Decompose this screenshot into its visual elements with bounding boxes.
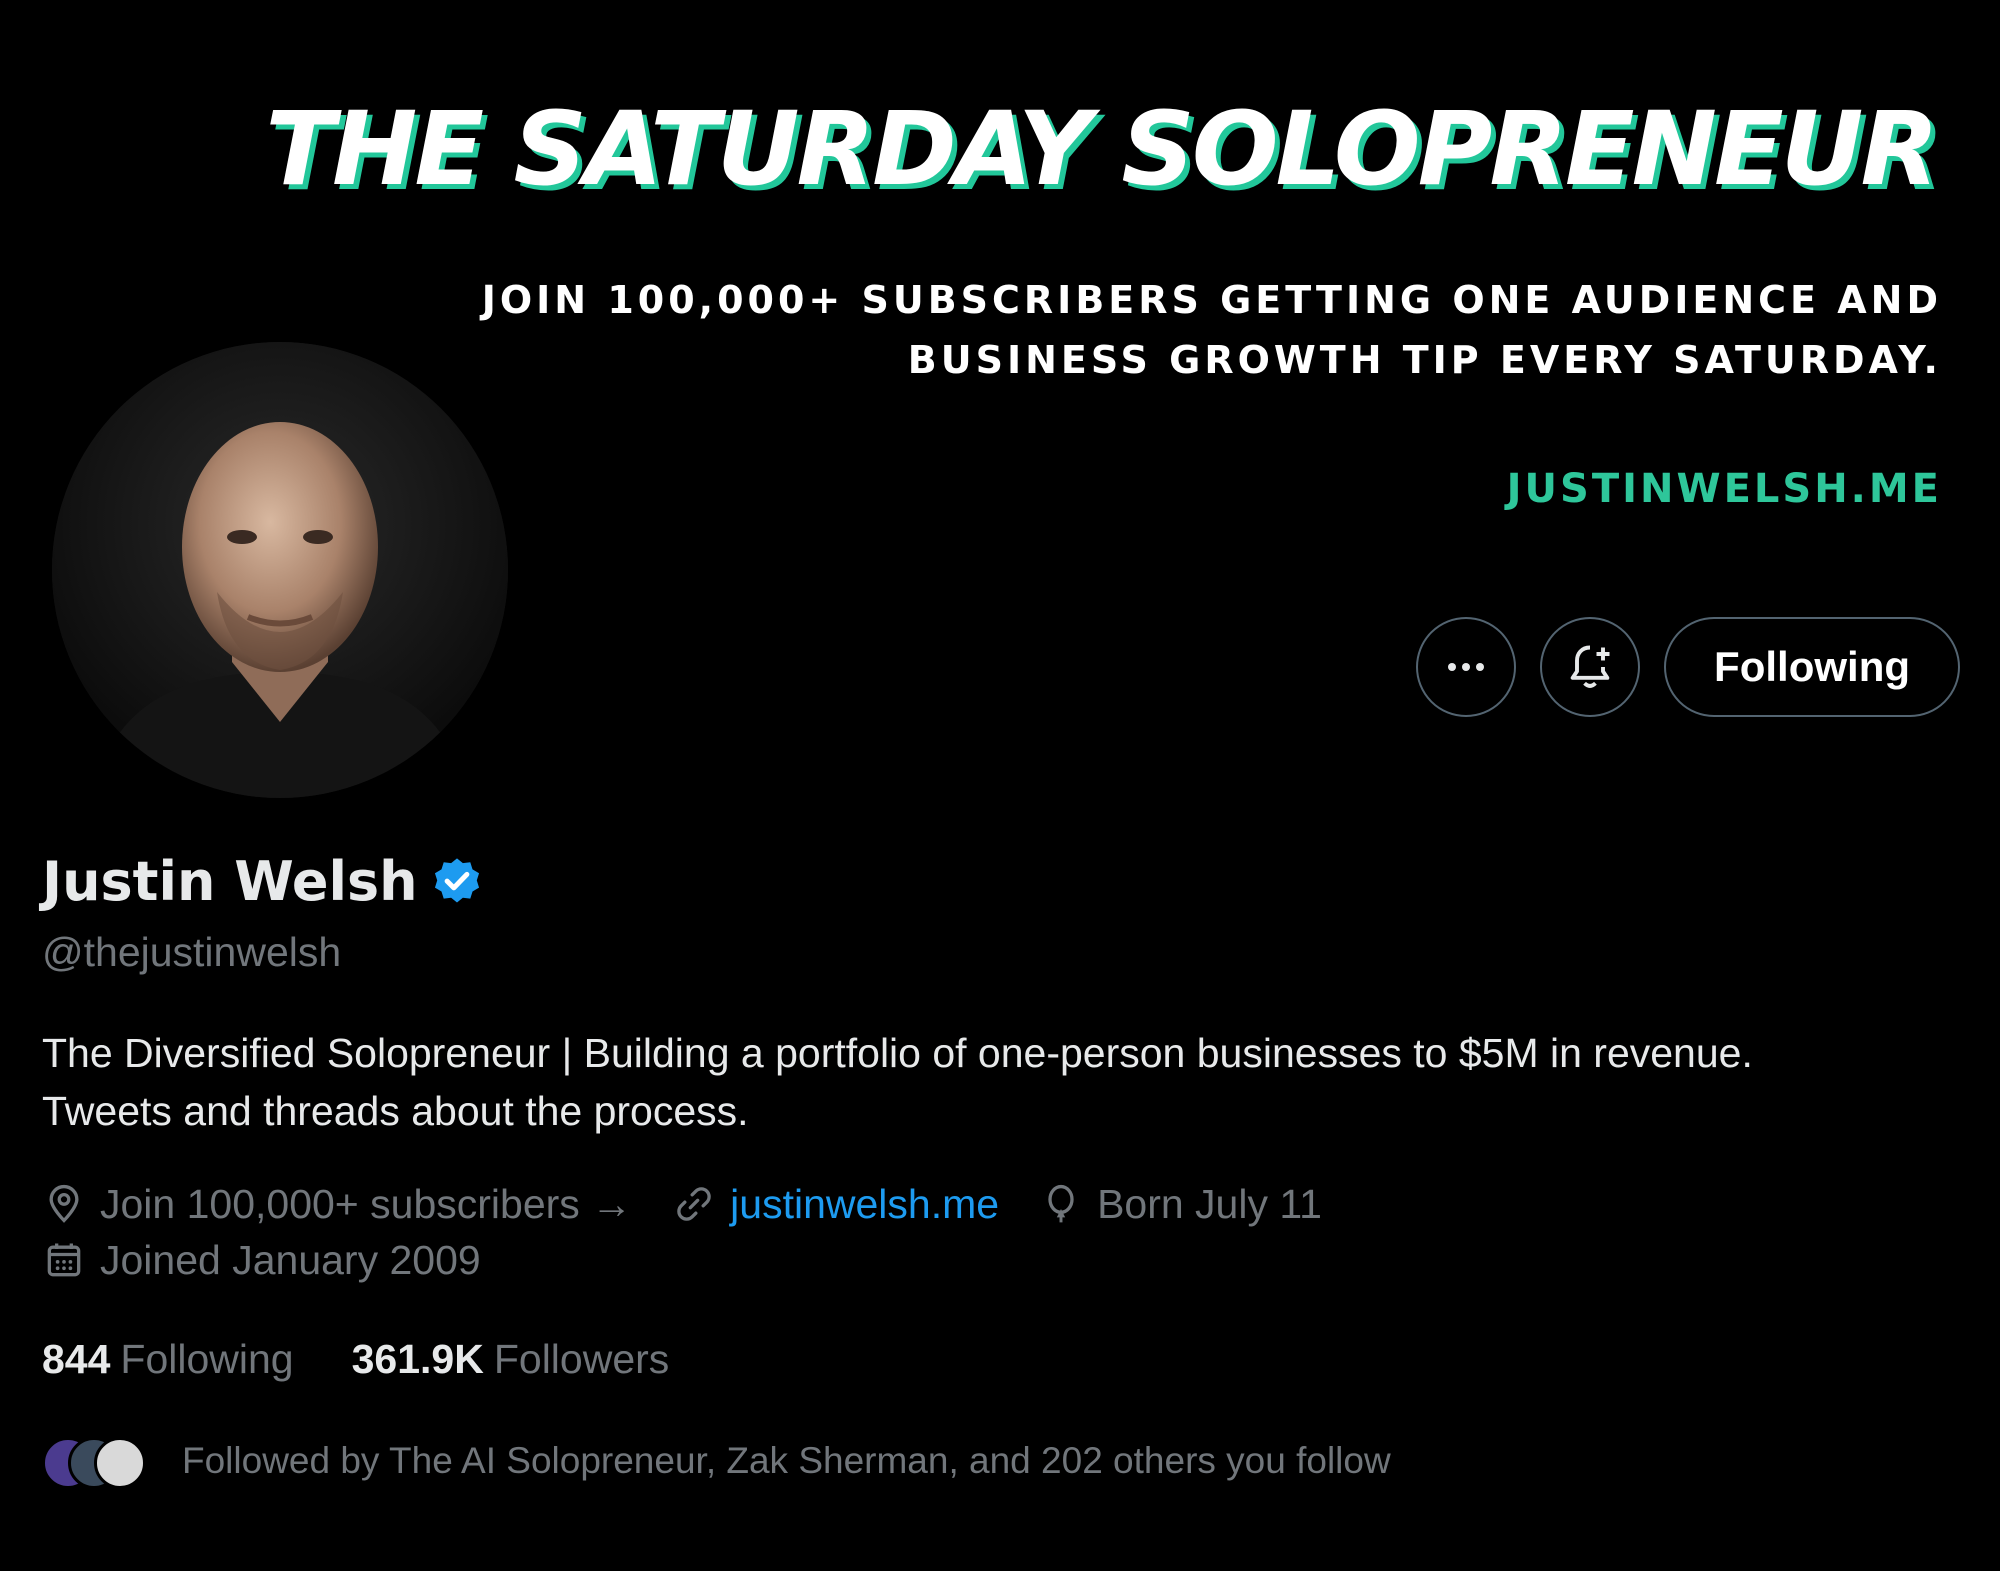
profile-actions: Following bbox=[1416, 617, 1960, 717]
profile-handle: @thejustinwelsh bbox=[42, 929, 342, 975]
notification-bell-plus-icon bbox=[1570, 645, 1610, 688]
banner-tagline-line-1: JOIN 100,000+ SUBSCRIBERS GETTING ONE AU… bbox=[481, 278, 1942, 322]
joined-text: Joined January 2009 bbox=[100, 1237, 481, 1283]
meta-row-2: Joined January 2009 bbox=[42, 1232, 1962, 1288]
followed-by-text: Followed by The AI Solopreneur, Zak Sher… bbox=[182, 1440, 1391, 1481]
profile-stats: 844 Following 361.9K Followers bbox=[42, 1336, 1962, 1383]
calendar-icon bbox=[47, 1243, 81, 1277]
birthday-text: Born July 11 bbox=[1097, 1181, 1322, 1227]
profile-bio: The Diversified Solopreneur | Building a… bbox=[42, 1024, 1962, 1140]
joined-item: Joined January 2009 bbox=[42, 1232, 481, 1288]
bio-line-2: Tweets and threads about the process. bbox=[42, 1088, 749, 1134]
banner-url: JUSTINWELSH.ME bbox=[1506, 466, 1942, 512]
notifications-button[interactable] bbox=[1540, 617, 1641, 717]
banner-tagline: JOIN 100,000+ SUBSCRIBERS GETTING ONE AU… bbox=[482, 270, 1942, 390]
birthday-item: Born July 11 bbox=[1039, 1176, 1322, 1232]
location-pin-icon bbox=[49, 1184, 79, 1223]
meta-row-1: Join 100,000+ subscribers → justinwelsh.… bbox=[42, 1176, 1962, 1232]
website-link[interactable]: justinwelsh.me bbox=[730, 1176, 999, 1232]
banner-tagline-line-2: BUSINESS GROWTH TIP EVERY SATURDAY. bbox=[907, 338, 1942, 382]
verified-badge-icon[interactable] bbox=[430, 855, 484, 909]
following-count: 844 bbox=[42, 1336, 111, 1382]
balloon-icon bbox=[1048, 1184, 1074, 1223]
website-item[interactable]: justinwelsh.me bbox=[672, 1176, 999, 1232]
followed-by-avatars bbox=[42, 1431, 146, 1491]
profile-avatar[interactable] bbox=[52, 342, 508, 798]
profile-info: Justin Welsh @thejustinwelsh The Diversi… bbox=[42, 850, 1962, 1491]
avatar-portrait bbox=[52, 342, 508, 798]
location-text: Join 100,000+ subscribers → bbox=[100, 1181, 633, 1227]
more-button[interactable] bbox=[1416, 617, 1517, 717]
banner-title: THE SATURDAY SOLOPRENEUR bbox=[265, 90, 1939, 209]
followers-stat[interactable]: 361.9K Followers bbox=[352, 1336, 670, 1383]
location-item: Join 100,000+ subscribers → bbox=[42, 1176, 632, 1232]
following-label: Following bbox=[120, 1336, 294, 1382]
following-button[interactable]: Following bbox=[1664, 617, 1960, 717]
profile-meta: Join 100,000+ subscribers → justinwelsh.… bbox=[42, 1176, 1962, 1288]
followers-count: 361.9K bbox=[351, 1336, 484, 1382]
followed-by[interactable]: Followed by The AI Solopreneur, Zak Sher… bbox=[42, 1431, 1962, 1491]
followers-label: Followers bbox=[493, 1336, 670, 1382]
bio-line-1: The Diversified Solopreneur | Building a… bbox=[42, 1030, 1753, 1076]
profile-name: Justin Welsh bbox=[42, 850, 418, 913]
link-icon bbox=[677, 1187, 711, 1221]
follower-avatar bbox=[94, 1437, 146, 1489]
name-row: Justin Welsh bbox=[42, 850, 1962, 913]
following-stat[interactable]: 844 Following bbox=[42, 1336, 294, 1383]
more-icon bbox=[1448, 663, 1485, 671]
